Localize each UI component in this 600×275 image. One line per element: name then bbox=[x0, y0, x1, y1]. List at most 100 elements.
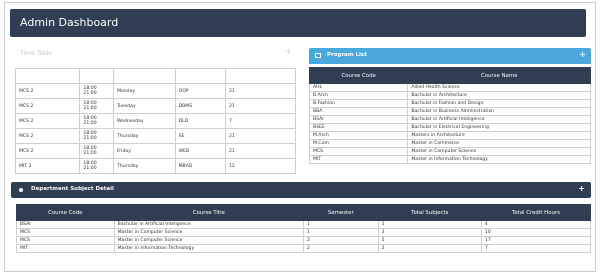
table-row[interactable]: MIT 2 18:00 21:00 Thursday MBAD 12 bbox=[14, 158, 297, 174]
table-cell: DBMS bbox=[174, 98, 226, 114]
table-row[interactable]: MCS 2 18:00 21:00 Thursday SE 21 bbox=[14, 128, 297, 144]
table-row[interactable]: BSEE Bachular in Electrical Engineering bbox=[308, 123, 591, 132]
table-cell: 2 bbox=[302, 236, 379, 245]
table-cell: 1 bbox=[377, 220, 482, 229]
table-cell: 10 bbox=[480, 228, 592, 237]
table-row[interactable]: MCS 2 18:00 21:00 Wednesday DLD 7 bbox=[14, 113, 297, 129]
table-row[interactable]: MCS Master in Computer Science 2 5 17 bbox=[16, 236, 592, 245]
program-list-header: Program List + bbox=[309, 48, 591, 64]
table-cell: MIT bbox=[308, 155, 409, 164]
table-cell: MCS bbox=[308, 147, 409, 156]
table-cell: 21 bbox=[224, 143, 297, 159]
table-cell: Wednesday bbox=[112, 113, 176, 129]
column-header-course-title[interactable]: Course Title bbox=[113, 204, 304, 221]
table-cell: Master in Computer Science bbox=[113, 236, 304, 245]
table-cell: M.Arch bbox=[308, 131, 409, 140]
column-header-course-code[interactable]: Course Code bbox=[308, 67, 409, 84]
table-row[interactable]: MCS 2 18:00 21:00 Monday OOP 21 bbox=[14, 83, 297, 99]
table-cell: Bachular in Business Administration bbox=[407, 107, 591, 116]
table-header-row: Course Code Course Title Semester Total … bbox=[16, 204, 592, 221]
department-subject-title: Department Subject Detail bbox=[31, 186, 114, 192]
table-cell: DLD bbox=[174, 113, 226, 129]
table-cell: Master in Commerce bbox=[407, 139, 591, 148]
table-cell: Friday bbox=[112, 143, 176, 159]
table-row[interactable]: MIT Master in Information Technology 2 2 7 bbox=[16, 244, 592, 253]
table-row[interactable]: MCS Master in Computer Science 1 3 10 bbox=[16, 228, 592, 237]
table-cell: MCS 2 bbox=[14, 98, 81, 114]
table-row[interactable]: B.Fashion Bachular in Fashion and Design bbox=[308, 99, 591, 108]
table-cell: 12 bbox=[224, 158, 297, 174]
column-header-total-credit-hours[interactable]: Total Credit Hours bbox=[480, 204, 592, 221]
schedule-table: MCS 2 18:00 21:00 Monday OOP 21 MCS 2 18:00 21:0… bbox=[14, 68, 297, 174]
schedule-panel: Time Table + MCS 2 18:00 21:00 Monday OOP 21 M… bbox=[14, 44, 297, 186]
table-cell: 4 bbox=[480, 220, 592, 229]
department-subject-header: Department Subject Detail + bbox=[11, 182, 591, 198]
table-row[interactable]: MCS 2 18:00 21:00 Tuesday DBMS 21 bbox=[14, 98, 297, 114]
column-header-course-name[interactable]: Course Name bbox=[407, 67, 591, 84]
table-header-row: Course Code Course Name bbox=[308, 67, 591, 84]
table-row[interactable]: MCS Master in Computer Science bbox=[308, 147, 591, 156]
table-cell: MCS 2 bbox=[14, 113, 81, 129]
table-cell: Bachular in Artificial Inteligence bbox=[407, 115, 591, 124]
table-row[interactable]: MCS 2 18:00 21:00 Friday WEB 21 bbox=[14, 143, 297, 159]
table-cell: Bachular in Architecture bbox=[407, 91, 591, 100]
table-cell: 1 bbox=[302, 228, 379, 237]
table-cell: AHL bbox=[308, 83, 409, 92]
table-cell: 17 bbox=[480, 236, 592, 245]
table-cell: Bachular in Artificial Inteligence bbox=[113, 220, 304, 229]
table-cell: Bachular in Electrical Engineering bbox=[407, 123, 591, 132]
table-cell: 18:00 21:00 bbox=[79, 128, 114, 144]
table-cell: Master in Information Technology bbox=[407, 155, 591, 164]
table-row bbox=[14, 68, 297, 84]
table-row[interactable]: BBA Bachular in Business Administration bbox=[308, 107, 591, 116]
department-subject-panel: Department Subject Detail + Course Code … bbox=[11, 182, 592, 253]
table-row[interactable]: BSAI Bachular in Artificial Inteligence 1 1… bbox=[16, 220, 592, 229]
schedule-title: Time Table bbox=[20, 50, 53, 57]
table-row[interactable]: M.Com Master in Commerce bbox=[308, 139, 591, 148]
department-subject-table: Course Code Course Title Semester Total … bbox=[16, 204, 592, 253]
column-header-total-subjects[interactable]: Total Subjects bbox=[377, 204, 482, 221]
table-cell: B.Arch bbox=[308, 91, 409, 100]
table-row[interactable]: MIT Master in Information Technology bbox=[308, 155, 591, 164]
table-cell: 3 bbox=[377, 228, 482, 237]
table-cell: Monday bbox=[112, 83, 176, 99]
table-cell: Bachular in Fashion and Design bbox=[407, 99, 591, 108]
table-cell: 18:00 21:00 bbox=[79, 143, 114, 159]
table-cell: SE bbox=[174, 128, 226, 144]
table-cell: MCS 2 bbox=[14, 128, 81, 144]
table-cell: B.Fashion bbox=[308, 99, 409, 108]
table-cell: 2 bbox=[377, 244, 482, 253]
table-cell: 2 bbox=[302, 244, 379, 253]
column-header-semester[interactable]: Semester bbox=[302, 204, 379, 221]
program-list-title: Program List bbox=[327, 52, 367, 58]
table-cell: Master in Information Technology bbox=[113, 244, 304, 253]
program-list-expand-icon[interactable]: + bbox=[579, 50, 586, 59]
table-cell: MCS bbox=[16, 236, 115, 245]
department-expand-icon[interactable]: + bbox=[578, 184, 585, 193]
table-cell: MIT 2 bbox=[14, 158, 81, 174]
table-cell: 21 bbox=[224, 83, 297, 99]
table-row[interactable]: B.Arch Bachular in Architecture bbox=[308, 91, 591, 100]
table-cell: BBA bbox=[308, 107, 409, 116]
table-cell: OOP bbox=[174, 83, 226, 99]
table-cell: Master in Computer Science bbox=[113, 228, 304, 237]
column-header-course-code[interactable]: Course Code bbox=[16, 204, 115, 221]
table-cell: 5 bbox=[377, 236, 482, 245]
bullet-icon bbox=[19, 188, 23, 192]
table-row[interactable]: BSAI Bachular in Artificial Inteligence bbox=[308, 115, 591, 124]
table-cell: MCS 2 bbox=[14, 83, 81, 99]
schedule-expand-icon[interactable]: + bbox=[284, 47, 292, 57]
table-cell: Tuesday bbox=[112, 98, 176, 114]
table-row[interactable]: M.Arch Masters in Architecture bbox=[308, 131, 591, 140]
table-cell: BSEE bbox=[308, 123, 409, 132]
table-cell: M.Com bbox=[308, 139, 409, 148]
table-cell: MBAD bbox=[174, 158, 226, 174]
top-bar: Admin Dashboard bbox=[10, 9, 586, 37]
list-icon bbox=[315, 53, 321, 58]
table-cell: Thursday bbox=[112, 158, 176, 174]
table-cell: 7 bbox=[224, 113, 297, 129]
schedule-header: Time Table + bbox=[15, 44, 296, 64]
table-cell: BSAI bbox=[308, 115, 409, 124]
table-cell: 1 bbox=[302, 220, 379, 229]
table-row[interactable]: AHL Allied Health Science bbox=[308, 83, 591, 92]
